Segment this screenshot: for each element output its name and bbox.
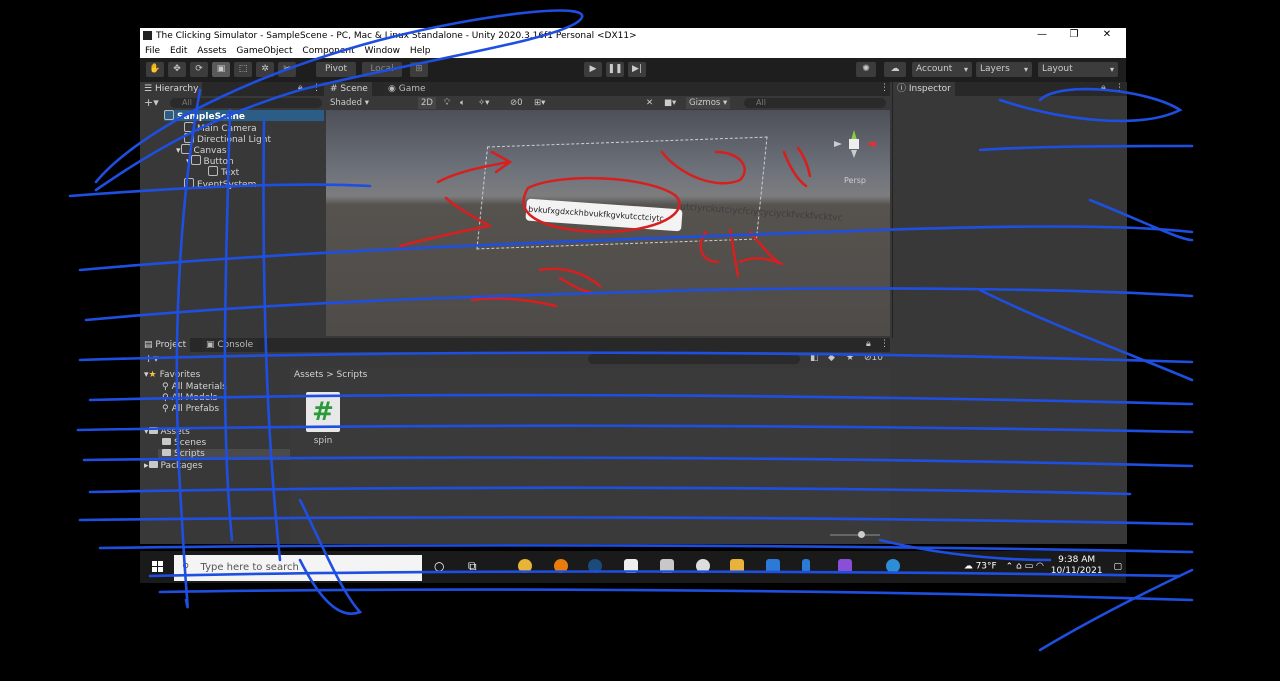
scribble-overlay bbox=[68, 9, 1194, 652]
blue-scribbles bbox=[68, 9, 1194, 652]
red-scribbles bbox=[398, 146, 812, 308]
